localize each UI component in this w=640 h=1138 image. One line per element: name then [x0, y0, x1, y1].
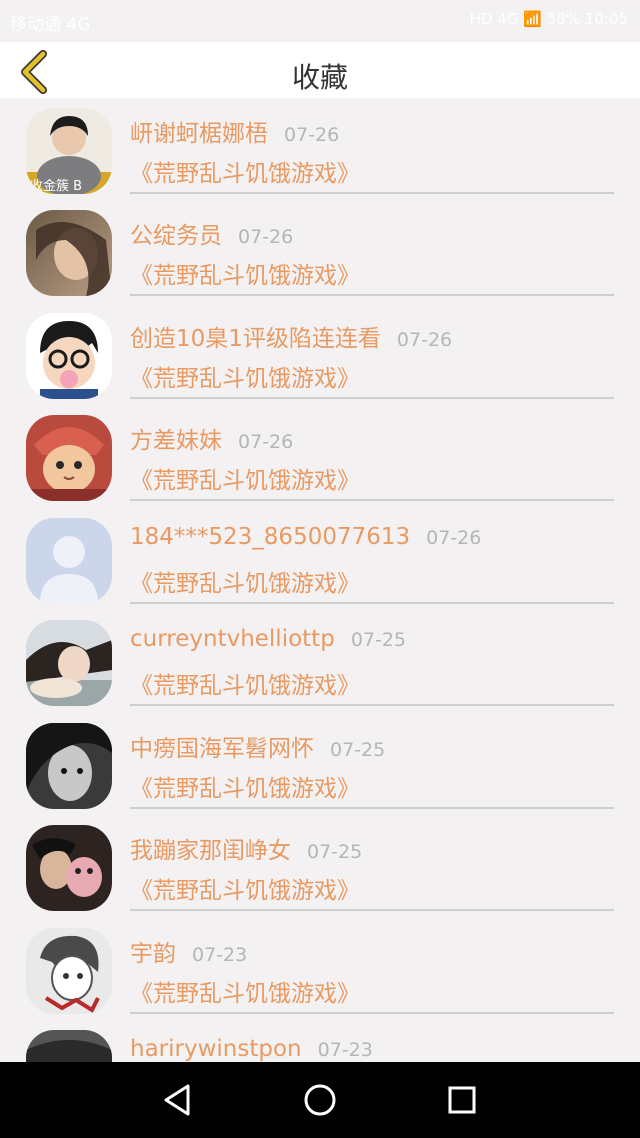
system-nav-bar: [0, 1062, 640, 1138]
avatar[interactable]: [26, 415, 112, 501]
nickname[interactable]: 公绽务员: [130, 223, 222, 249]
item-info: 创造10臬1评级陷连连看 07-26 《荒野乱斗饥饿游戏》: [130, 303, 614, 399]
status-indicators: HD 4G 📶 58% 10:05: [469, 10, 628, 28]
date-label: 07-23: [317, 1039, 373, 1061]
item-info: 我蹦家那闺峥女 07-25 《荒野乱斗饥饿游戏》: [130, 815, 614, 911]
date-label: 07-26: [238, 431, 294, 453]
svg-text:收金簇 B: 收金簇 B: [30, 178, 82, 194]
date-label: 07-25: [330, 739, 386, 761]
status-carrier: 移动通 4G: [10, 15, 91, 35]
avatar[interactable]: [26, 620, 112, 706]
list-item[interactable]: 宇韵 07-23 《荒野乱斗饥饿游戏》: [0, 918, 640, 1020]
list-item[interactable]: curreyntvhelliottp 07-25 《荒野乱斗饥饿游戏》: [0, 610, 640, 712]
game-title[interactable]: 《荒野乱斗饥饿游戏》: [130, 564, 360, 598]
list-item[interactable]: 184***523_8650077613 07-26 《荒野乱斗饥饿游戏》: [0, 508, 640, 610]
default-person-icon: [26, 518, 112, 604]
avatar[interactable]: [26, 1030, 112, 1062]
item-info: curreyntvhelliottp 07-25 《荒野乱斗饥饿游戏》: [130, 610, 614, 706]
nickname[interactable]: 184***523_8650077613: [130, 524, 410, 550]
avatar[interactable]: [26, 825, 112, 911]
nickname[interactable]: 创造10臬1评级陷连连看: [130, 326, 381, 352]
game-title[interactable]: 《荒野乱斗饥饿游戏》: [130, 871, 360, 905]
item-info: 宇韵 07-23 《荒野乱斗饥饿游戏》: [130, 918, 614, 1014]
game-title[interactable]: 《荒野乱斗饥饿游戏》: [130, 666, 360, 700]
avatar[interactable]: [26, 928, 112, 1014]
status-bar: 移动通 4G HD 4G 📶 58% 10:05: [0, 0, 640, 42]
nickname[interactable]: harirywinstpon: [130, 1036, 302, 1062]
nickname[interactable]: 岍谢蚵椐娜梧: [130, 121, 268, 147]
page-title: 收藏: [291, 61, 348, 94]
date-label: 07-26: [396, 329, 453, 351]
nickname[interactable]: 中痨国海军髫网怀: [130, 736, 314, 762]
nickname[interactable]: 宇韵: [130, 941, 176, 967]
favorites-list[interactable]: 收金簇 B 岍谢蚵椐娜梧 07-26 《荒野乱斗饥饿游戏》 公绽务员 07-26 《…: [0, 98, 640, 1062]
nickname[interactable]: curreyntvhelliottp: [130, 626, 335, 652]
avatar[interactable]: [26, 313, 112, 399]
date-label: 07-26: [238, 226, 294, 248]
date-label: 07-25: [350, 629, 407, 651]
avatar[interactable]: 收金簇 B: [26, 108, 112, 194]
game-title[interactable]: 《荒野乱斗饥饿游戏》: [130, 154, 360, 188]
nickname[interactable]: 方差妹妹: [130, 428, 222, 454]
header-bar: 收藏: [0, 42, 640, 98]
avatar[interactable]: [26, 518, 112, 604]
avatar[interactable]: [26, 210, 112, 296]
nav-recents-button[interactable]: [442, 1080, 482, 1120]
date-label: 07-26: [426, 527, 482, 549]
date-label: 07-25: [307, 841, 363, 863]
list-item[interactable]: 方差妹妹 07-26 《荒野乱斗饥饿游戏》: [0, 405, 640, 507]
avatar[interactable]: [26, 723, 112, 809]
nav-home-button[interactable]: [300, 1080, 340, 1120]
list-item[interactable]: 中痨国海军髫网怀 07-25 《荒野乱斗饥饿游戏》: [0, 713, 640, 815]
date-label: 07-23: [192, 944, 248, 966]
item-info: 184***523_8650077613 07-26 《荒野乱斗饥饿游戏》: [130, 508, 614, 604]
home-circle-icon: [304, 1084, 336, 1116]
list-item[interactable]: 创造10臬1评级陷连连看 07-26 《荒野乱斗饥饿游戏》: [0, 303, 640, 405]
recents-square-icon: [448, 1086, 476, 1114]
item-info: 公绽务员 07-26 《荒野乱斗饥饿游戏》: [130, 200, 614, 296]
item-info: 岍谢蚵椐娜梧 07-26 《荒野乱斗饥饿游戏》: [130, 98, 614, 194]
nav-back-button[interactable]: [158, 1080, 198, 1120]
list-item[interactable]: 收金簇 B 岍谢蚵椐娜梧 07-26 《荒野乱斗饥饿游戏》: [0, 98, 640, 200]
game-title[interactable]: 《荒野乱斗饥饿游戏》: [130, 769, 360, 803]
list-item[interactable]: harirywinstpon 07-23: [0, 1020, 640, 1062]
game-title[interactable]: 《荒野乱斗饥饿游戏》: [130, 256, 360, 290]
game-title[interactable]: 《荒野乱斗饥饿游戏》: [130, 461, 360, 495]
date-label: 07-26: [284, 124, 340, 146]
list-item[interactable]: 公绽务员 07-26 《荒野乱斗饥饿游戏》: [0, 200, 640, 302]
item-info: 方差妹妹 07-26 《荒野乱斗饥饿游戏》: [130, 405, 614, 501]
item-info: harirywinstpon 07-23: [130, 1020, 614, 1062]
game-title[interactable]: 《荒野乱斗饥饿游戏》: [130, 359, 360, 393]
list-item[interactable]: 我蹦家那闺峥女 07-25 《荒野乱斗饥饿游戏》: [0, 815, 640, 917]
back-triangle-icon: [164, 1084, 190, 1116]
game-title[interactable]: 《荒野乱斗饥饿游戏》: [130, 974, 360, 1008]
item-info: 中痨国海军髫网怀 07-25 《荒野乱斗饥饿游戏》: [130, 713, 614, 809]
nickname[interactable]: 我蹦家那闺峥女: [130, 838, 291, 864]
